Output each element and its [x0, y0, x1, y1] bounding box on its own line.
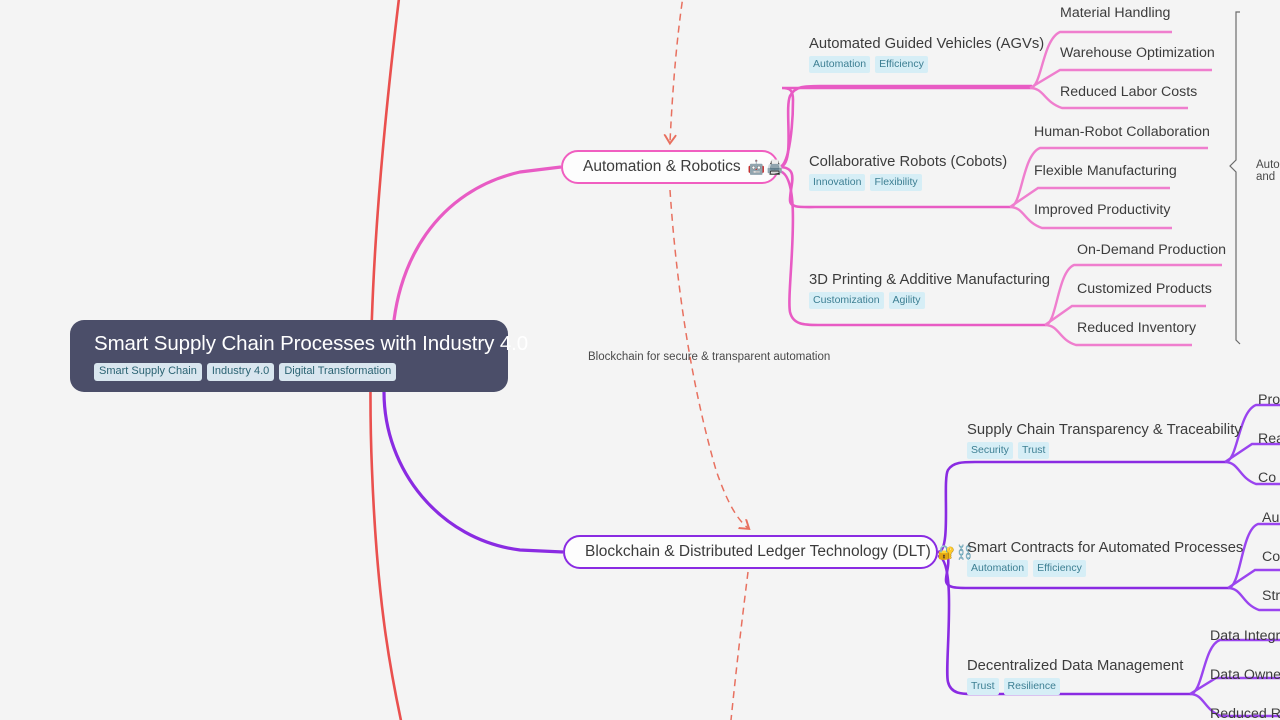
root-node[interactable]: Smart Supply Chain Processes with Indust… [70, 320, 529, 392]
leaf-reduced-reconciliation[interactable]: Reduced Re [1210, 706, 1280, 720]
topic-collaborative-robots[interactable]: Collaborative Robots (Cobots) Innovation… [809, 153, 1007, 191]
leaf-material-handling[interactable]: Material Handling [1060, 5, 1170, 22]
relation-dashed-lower [730, 571, 749, 720]
root-tag: Digital Transformation [279, 363, 397, 381]
topic-tag-list: Customization Agility [809, 292, 1050, 309]
topic-tag-list: Innovation Flexibility [809, 174, 1007, 191]
relation-label-blockchain-automation: Blockchain for secure & transparent auto… [588, 351, 831, 363]
topic-tag-list: Automation Efficiency [809, 56, 1044, 73]
leaf-contracts-3[interactable]: Str [1262, 588, 1280, 605]
branch-label: Blockchain & Distributed Ledger Technolo… [585, 543, 931, 560]
leaf-customized-products[interactable]: Customized Products [1077, 281, 1212, 298]
topic-title: Collaborative Robots (Cobots) [809, 154, 1008, 170]
leaf-transparency-1[interactable]: Pro [1258, 392, 1280, 409]
branch-label: Automation & Robotics [583, 158, 741, 175]
topic-tag-list: Automation Efficiency [967, 560, 1243, 577]
topic-tag: Trust [1017, 442, 1050, 459]
leaf-data-ownership[interactable]: Data Owner [1210, 667, 1280, 684]
topic-title: Smart Contracts for Automated Processes [967, 540, 1244, 556]
robot-printer-icon: 🤖🖨️ [747, 159, 785, 175]
topic-smart-contracts[interactable]: Smart Contracts for Automated Processes … [967, 539, 1243, 577]
topic-tag: Automation [809, 56, 871, 73]
topic-tag: Trust [967, 678, 999, 695]
topic-title: Supply Chain Transparency & Traceability [967, 422, 1242, 438]
topic-title: Decentralized Data Management [967, 658, 1184, 674]
leaf-reduced-inventory[interactable]: Reduced Inventory [1077, 320, 1196, 337]
root-tag: Smart Supply Chain [94, 363, 202, 381]
topic-tag: Customization [809, 292, 884, 309]
leaf-contracts-2[interactable]: Co [1262, 549, 1280, 566]
leaf-flexible-manufacturing[interactable]: Flexible Manufacturing [1034, 163, 1177, 180]
relation-dashed-upper [670, 0, 684, 142]
branch-edge-blockchain [382, 391, 564, 554]
leaf-on-demand-production[interactable]: On-Demand Production [1077, 242, 1226, 259]
leaf-improved-productivity[interactable]: Improved Productivity [1034, 202, 1170, 219]
root-tag: Industry 4.0 [206, 363, 275, 381]
topic-tag: Automation [967, 560, 1029, 577]
topic-tag: Security [967, 442, 1013, 459]
leaf-transparency-2[interactable]: Rea [1258, 431, 1280, 448]
leaf-transparency-3[interactable]: Co [1258, 470, 1276, 487]
branch-node-automation-robotics[interactable]: Automation & Robotics 🤖🖨️ [561, 150, 784, 184]
topic-automated-guided-vehicles[interactable]: Automated Guided Vehicles (AGVs) Automat… [809, 35, 1044, 73]
branch-node-blockchain-dlt[interactable]: Blockchain & Distributed Ledger Technolo… [563, 535, 974, 569]
topic-tag: Resilience [1003, 678, 1060, 695]
leaf-data-integrity[interactable]: Data Integri [1210, 628, 1280, 645]
leaf-contracts-1[interactable]: Au [1262, 510, 1279, 527]
grouping-bracket [1229, 11, 1241, 345]
topic-supply-chain-transparency[interactable]: Supply Chain Transparency & Traceability… [967, 421, 1242, 459]
topic-tag: Agility [888, 292, 925, 309]
topic-tag-list: Trust Resilience [967, 678, 1183, 695]
topic-decentralized-data-management[interactable]: Decentralized Data Management Trust Resi… [967, 657, 1183, 695]
leaf-human-robot-collaboration[interactable]: Human-Robot Collaboration [1034, 124, 1210, 141]
topic-tag: Flexibility [870, 174, 922, 191]
topic-title: 3D Printing & Additive Manufacturing [809, 272, 1050, 288]
topic-tag: Efficiency [1033, 560, 1086, 577]
bracket-note-line-2: and [1256, 171, 1276, 183]
topic-tag: Efficiency [875, 56, 928, 73]
topic-3d-printing-additive-manufacturing[interactable]: 3D Printing & Additive Manufacturing Cus… [809, 271, 1050, 309]
topic-tag-list: Security Trust [967, 442, 1242, 459]
leaf-reduced-labor-costs[interactable]: Reduced Labor Costs [1060, 84, 1197, 101]
root-tag-list: Smart Supply Chain Industry 4.0 Digital … [94, 363, 486, 381]
topic-tag: Innovation [809, 174, 866, 191]
leaf-warehouse-optimization[interactable]: Warehouse Optimization [1060, 45, 1215, 62]
topic-title: Automated Guided Vehicles (AGVs) [809, 36, 1045, 52]
mindmap-canvas: Smart Supply Chain Processes with Indust… [0, 0, 1280, 720]
root-title: Smart Supply Chain Processes with Indust… [94, 332, 529, 355]
